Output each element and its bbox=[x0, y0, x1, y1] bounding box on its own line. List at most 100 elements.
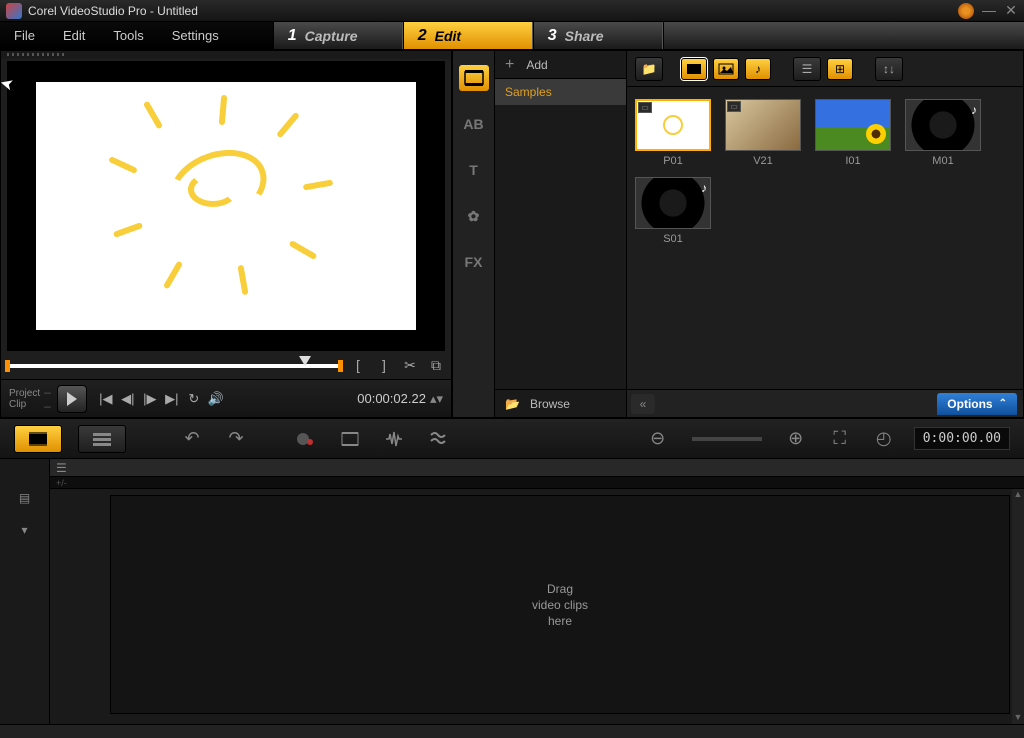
playback-controls: Project Clip –– |◀ ◀| |▶ ▶| ↻ 🔊 00:00:02… bbox=[1, 379, 451, 417]
snapshot-button[interactable]: ⧉ bbox=[427, 357, 445, 375]
split-clip-button[interactable]: ✂ bbox=[401, 357, 419, 375]
project-badge-icon: ▭ bbox=[638, 102, 652, 113]
panel-grip[interactable] bbox=[1, 51, 451, 59]
menu-settings[interactable]: Settings bbox=[158, 22, 233, 49]
repeat-button[interactable]: ↻ bbox=[183, 391, 205, 407]
redo-button[interactable]: ↷ bbox=[222, 425, 250, 453]
timeline-tracks: ☰ +/- Drag video clips here ▲▼ bbox=[50, 459, 1024, 724]
go-end-button[interactable]: ▶| bbox=[161, 391, 183, 407]
next-frame-button[interactable]: |▶ bbox=[139, 391, 161, 407]
music-note-icon: ♪ bbox=[701, 181, 707, 195]
mark-out-button[interactable]: ] bbox=[375, 357, 393, 375]
music-note-icon: ♪ bbox=[971, 103, 977, 117]
mark-in-button[interactable]: [ bbox=[349, 357, 367, 375]
thumb-p01[interactable]: ▭ P01 bbox=[635, 99, 711, 167]
menu-bar: File Edit Tools Settings 1Capture 2Edit … bbox=[0, 22, 1024, 50]
sort-button[interactable]: ↕↓ bbox=[875, 57, 903, 81]
preview-content-sun-drawing bbox=[108, 112, 328, 302]
timeline-ruler[interactable]: ☰ bbox=[50, 459, 1024, 477]
go-start-button[interactable]: |◀ bbox=[95, 391, 117, 407]
category-samples[interactable]: Samples bbox=[495, 79, 626, 105]
scrub-playhead[interactable] bbox=[299, 356, 311, 366]
auto-music-button[interactable] bbox=[424, 425, 452, 453]
filter-audio-button[interactable]: ♪ bbox=[745, 58, 771, 80]
play-button[interactable] bbox=[57, 385, 87, 413]
filter-photo-button[interactable] bbox=[713, 58, 739, 80]
playback-mode-selector[interactable]: –– bbox=[44, 385, 51, 413]
instant-project-button[interactable] bbox=[336, 425, 364, 453]
step-edit[interactable]: 2Edit bbox=[403, 22, 533, 49]
lib-tab-media[interactable] bbox=[459, 65, 489, 91]
timeline-toolbar: ↶ ↷ ⊖ ⊕ ⛶ ◴ 0:00:00.00 bbox=[0, 419, 1024, 459]
ruler-menu-icon[interactable]: ☰ bbox=[56, 461, 67, 475]
collapse-categories-button[interactable]: « bbox=[631, 394, 655, 414]
thumb-m01[interactable]: ♪ M01 bbox=[905, 99, 981, 167]
audio-mixer-button[interactable] bbox=[380, 425, 408, 453]
window-title: Corel VideoStudio Pro - Untitled bbox=[28, 4, 958, 18]
library-categories: +Add Samples 📂Browse bbox=[495, 51, 627, 417]
lib-tab-graphic[interactable]: ✿ bbox=[459, 203, 489, 229]
scrub-track[interactable] bbox=[7, 364, 341, 368]
track-manager-button[interactable]: ▤ bbox=[14, 489, 36, 507]
library-main: 📁 ♪ ☰ ⊞ ↕↓ ▭ P01 ▭ V21 bbox=[627, 51, 1023, 417]
preview-panel: [ ] ✂ ⧉ Project Clip –– |◀ ◀| |▶ ▶| ↻ 🔊 … bbox=[0, 50, 452, 418]
project-duration-icon[interactable]: ◴ bbox=[870, 425, 898, 453]
timeline-view-button[interactable] bbox=[78, 425, 126, 453]
minimize-button[interactable]: — bbox=[982, 4, 996, 18]
step-share[interactable]: 3Share bbox=[533, 22, 663, 49]
lib-tab-filter[interactable]: FX bbox=[459, 249, 489, 275]
prev-frame-button[interactable]: ◀| bbox=[117, 391, 139, 407]
preview-viewport[interactable] bbox=[7, 61, 445, 351]
storyboard-view-button[interactable] bbox=[14, 425, 62, 453]
scrub-bar: [ ] ✂ ⧉ bbox=[7, 355, 445, 377]
thumb-i01[interactable]: I01 bbox=[815, 99, 891, 167]
plus-icon: + bbox=[505, 56, 514, 74]
lib-tab-transition[interactable]: AB bbox=[459, 111, 489, 137]
step-capture[interactable]: 1Capture bbox=[273, 22, 403, 49]
track-tools: ▤ ▾ bbox=[0, 459, 50, 724]
playback-mode-labels: Project Clip bbox=[9, 388, 40, 410]
options-panel-button[interactable]: Options⌃ bbox=[937, 393, 1017, 415]
add-category-button[interactable]: +Add bbox=[495, 51, 626, 79]
undo-button[interactable]: ↶ bbox=[178, 425, 206, 453]
zoom-out-button[interactable]: ⊖ bbox=[644, 425, 672, 453]
fit-project-button[interactable]: ⛶ bbox=[826, 425, 854, 453]
timeline-vert-scrollbar[interactable]: ▲▼ bbox=[1012, 489, 1024, 724]
drop-hint-text: Drag video clips here bbox=[532, 581, 588, 629]
thumb-v21[interactable]: ▭ V21 bbox=[725, 99, 801, 167]
folder-arrow-icon: 📂 bbox=[505, 397, 520, 411]
menu-file[interactable]: File bbox=[0, 22, 49, 49]
timeline-chapter-strip[interactable]: +/- bbox=[50, 477, 1024, 489]
step-bar-filler bbox=[663, 22, 1024, 49]
import-media-button[interactable]: 📁 bbox=[635, 57, 663, 81]
library-footer: « Options⌃ bbox=[627, 389, 1023, 417]
library-thumbnails: ▭ P01 ▭ V21 I01 ♪ M01 ♪ S01 bbox=[627, 87, 1023, 389]
filter-video-button[interactable] bbox=[681, 58, 707, 80]
settings-gear-icon[interactable] bbox=[958, 3, 974, 19]
volume-button[interactable]: 🔊 bbox=[205, 391, 227, 407]
timeline-drop-zone[interactable]: Drag video clips here bbox=[110, 495, 1010, 714]
zoom-in-button[interactable]: ⊕ bbox=[782, 425, 810, 453]
toggle-tracks-button[interactable]: ▾ bbox=[14, 521, 36, 539]
preview-canvas bbox=[36, 82, 416, 330]
view-thumb-button[interactable]: ⊞ bbox=[827, 58, 853, 80]
menu-tools[interactable]: Tools bbox=[99, 22, 157, 49]
timecode-display[interactable]: 00:00:02.22▴▾ bbox=[357, 391, 443, 407]
video-badge-icon: ▭ bbox=[727, 101, 741, 112]
library-panel: AB T ✿ FX +Add Samples 📂Browse 📁 ♪ ☰ ⊞ ↕… bbox=[452, 50, 1024, 418]
project-duration[interactable]: 0:00:00.00 bbox=[914, 427, 1010, 450]
thumb-s01[interactable]: ♪ S01 bbox=[635, 177, 711, 245]
zoom-slider[interactable] bbox=[692, 437, 762, 441]
chevron-up-icon: ⌃ bbox=[999, 398, 1007, 409]
timeline-horiz-scrollbar[interactable] bbox=[0, 724, 1024, 738]
close-button[interactable]: ✕ bbox=[1004, 4, 1018, 18]
library-type-tabs: AB T ✿ FX bbox=[453, 51, 495, 417]
menu-edit[interactable]: Edit bbox=[49, 22, 99, 49]
view-list-button[interactable]: ☰ bbox=[793, 57, 821, 81]
timeline-panel: ↶ ↷ ⊖ ⊕ ⛶ ◴ 0:00:00.00 ▤ ▾ ☰ +/- Drag vi… bbox=[0, 418, 1024, 738]
browse-button[interactable]: 📂Browse bbox=[495, 389, 626, 417]
record-button[interactable] bbox=[292, 425, 320, 453]
library-toolbar: 📁 ♪ ☰ ⊞ ↕↓ bbox=[627, 51, 1023, 87]
app-logo-icon bbox=[6, 3, 22, 19]
lib-tab-title[interactable]: T bbox=[459, 157, 489, 183]
